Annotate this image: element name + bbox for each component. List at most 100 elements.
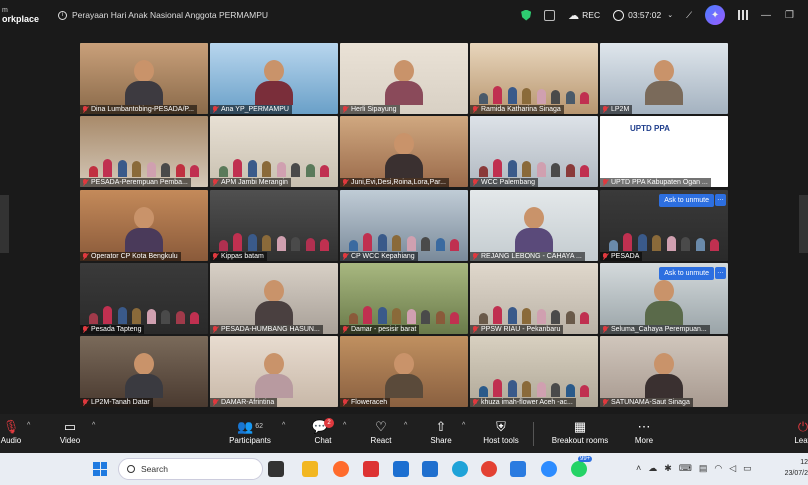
participant-figure (385, 353, 423, 399)
participant-tile[interactable]: Operator CP Kota Bengkulu (80, 189, 208, 261)
ask-to-unmute-button[interactable]: Ask to unmute (659, 266, 714, 280)
minimize-icon[interactable]: — (761, 10, 771, 21)
notification-icon[interactable]: ▤ (699, 463, 708, 474)
participant-tile[interactable]: Pesada Tapteng (80, 262, 208, 334)
apps-grid-icon[interactable] (738, 10, 749, 20)
firefox-icon[interactable] (333, 461, 349, 477)
tile-more-icon[interactable]: … (715, 266, 726, 279)
cloud-sync-icon[interactable]: ☁ (648, 463, 657, 474)
bluetooth-icon[interactable]: ✱ (664, 463, 672, 474)
participant-tile[interactable]: Ramida Katharina Sinaga (470, 43, 598, 114)
participant-name: Kippas batam (221, 252, 264, 260)
clock-display[interactable]: 12 23/07/2 (785, 457, 808, 479)
participant-tile[interactable]: SATUNAMA-Saut Sinaga (600, 336, 728, 407)
participant-tile[interactable]: LP2M-Tanah Datar (80, 336, 208, 407)
share-label: Share (430, 436, 452, 445)
share-button[interactable]: ⇧ Share (425, 417, 457, 446)
search-icon (127, 465, 135, 473)
audio-label: Audio (0, 436, 22, 445)
host-tools-button[interactable]: ⛨ Host tools (478, 417, 524, 446)
participant-tile[interactable]: WCC Palembang (470, 116, 598, 188)
wifi-icon[interactable]: ◠ (714, 463, 722, 474)
breakout-rooms-button[interactable]: ▦ Breakout rooms (546, 417, 614, 446)
word-app-icon[interactable] (510, 461, 526, 477)
start-button[interactable] (93, 462, 107, 476)
task-view-icon[interactable] (268, 461, 284, 477)
participant-tile[interactable]: UPTD PPA UPTD PPA Kabupaten Ogan ... (600, 116, 728, 188)
file-explorer-icon[interactable] (302, 461, 318, 477)
recording-indicator[interactable]: ☁ REC (568, 9, 600, 22)
restore-icon[interactable]: ❐ (785, 10, 794, 21)
participant-tile[interactable]: PESADA-Perempuan Pemba... (80, 116, 208, 188)
audio-button[interactable]: 🎙 Audio (0, 417, 28, 446)
notes-icon[interactable] (544, 9, 556, 21)
participants-button[interactable]: 👥 62 Participants (224, 417, 276, 446)
zoom-icon[interactable] (541, 461, 557, 477)
participants-options-caret[interactable]: ^ (282, 422, 285, 429)
participant-name-tag: PESADA-Perempuan Pemba... (80, 178, 191, 188)
word-icon[interactable] (422, 461, 438, 477)
mic-muted-icon (472, 179, 478, 186)
rec-label: REC (582, 10, 601, 20)
ask-to-unmute-button[interactable]: Ask to unmute (659, 193, 714, 207)
video-options-caret[interactable]: ^ (92, 422, 95, 429)
participant-tile[interactable]: CP WCC Kepahiang (340, 189, 468, 261)
participant-name-tag: UPTD PPA Kabupaten Ogan ... (600, 178, 711, 188)
participant-tile[interactable]: Floweraceh (340, 336, 468, 407)
keyboard-icon[interactable]: ⌨ (679, 463, 692, 474)
react-button[interactable]: ♡ React (365, 417, 397, 446)
ai-companion-button[interactable]: ✦ (705, 5, 726, 25)
participant-tile[interactable]: REJANG LEBONG - CAHAYA ... (470, 189, 598, 261)
mic-muted-icon (212, 252, 218, 260)
participant-tile[interactable]: Damar - pesisir barat (340, 262, 468, 334)
participant-name: Pesada Tapteng (91, 325, 142, 333)
whatsapp-icon[interactable] (571, 461, 587, 477)
audio-options-caret[interactable]: ^ (27, 422, 30, 429)
participant-tile[interactable]: Ask to unmute… PESADA (600, 189, 728, 261)
mic-muted-icon (602, 399, 608, 406)
meeting-info[interactable]: i Perayaan Hari Anak Nasional Anggota PE… (58, 10, 268, 20)
chat-options-caret[interactable]: ^ (343, 422, 346, 429)
leave-icon: ⏻ (797, 418, 808, 434)
share-options-caret[interactable]: ^ (462, 422, 465, 429)
leave-button[interactable]: ⏻ Leav (788, 417, 808, 446)
store-icon[interactable] (393, 461, 409, 477)
participant-tile[interactable]: APM Jambi Merangin (210, 116, 338, 188)
participant-tile[interactable]: Kippas batam (210, 189, 338, 261)
participant-tile[interactable]: Herli Sipayung (340, 43, 468, 114)
participant-tile[interactable]: khuza imah-flower Aceh -ac... (470, 336, 598, 407)
participant-tile[interactable]: LP2M (600, 43, 728, 114)
security-shield-icon[interactable] (521, 9, 532, 21)
more-button[interactable]: ⋯ More (630, 417, 658, 446)
taskbar-search[interactable]: Search (118, 458, 263, 480)
mcafee-icon[interactable] (363, 461, 379, 477)
participant-tile[interactable]: PPSW RIAU - Pekanbaru (470, 262, 598, 334)
battery-icon[interactable]: ▭ (743, 463, 752, 474)
react-options-caret[interactable]: ^ (404, 422, 407, 429)
timer-value: 03:57:02 (628, 10, 662, 20)
tray-chevron-up-icon[interactable]: ˄ (636, 463, 641, 474)
info-icon[interactable]: i (58, 10, 67, 20)
participant-tile[interactable]: PESADA-HUMBANG HASUN... (210, 262, 338, 334)
participant-name: Ramida Katharina Sinaga (481, 106, 561, 113)
participant-name: SATUNAMA-Saut Sinaga (611, 399, 690, 406)
volume-icon[interactable]: ◁ (729, 463, 736, 474)
annotate-icon[interactable]: ⟋ (686, 10, 692, 21)
participant-tile[interactable]: Ask to unmute… Seluma_Cahaya Perempuan... (600, 262, 728, 334)
participant-tile[interactable]: Dina Lumbantobing-PESADA/P... (80, 43, 208, 114)
next-page-tab[interactable] (799, 195, 808, 253)
participant-name-tag: Herli Sipayung (340, 105, 400, 114)
participant-tile[interactable]: DAMAR-Afrintina (210, 336, 338, 407)
prev-page-tab[interactable] (0, 195, 9, 253)
video-button[interactable]: ▭ Video (55, 417, 85, 446)
participant-tile[interactable]: Juni,Evi,Desi,Roina,Lora,Par... (340, 116, 468, 188)
meeting-timer[interactable]: 03:57:02 ⌄ (613, 9, 673, 21)
edge-icon[interactable] (452, 461, 468, 477)
chat-button[interactable]: 💬 2 Chat (308, 417, 338, 445)
mic-muted-icon (342, 179, 348, 186)
chrome-icon[interactable] (481, 461, 497, 477)
tile-more-icon[interactable]: … (715, 193, 726, 206)
participant-figure (255, 353, 293, 399)
mic-muted-icon (472, 106, 478, 113)
participant-tile[interactable]: Ana YP_PERMAMPU (210, 43, 338, 114)
